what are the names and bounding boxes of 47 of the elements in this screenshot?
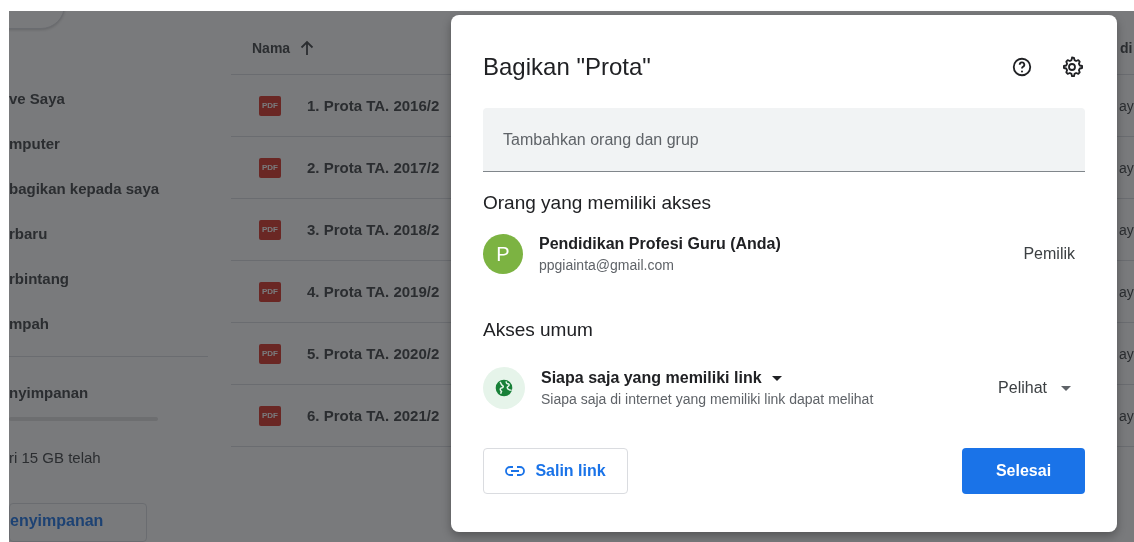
sidebar-item[interactable]: rbintang (9, 256, 231, 302)
file-name[interactable]: 3. Prota TA. 2018/2 (307, 221, 440, 238)
file-type-icon: PDF (259, 405, 281, 426)
table-cell: ay (1119, 221, 1134, 238)
role-label: Pemilik (1023, 245, 1075, 263)
file-type-icon: PDF (259, 95, 281, 116)
arrow-up-icon[interactable] (300, 39, 315, 56)
file-type-icon: PDF (259, 343, 281, 364)
sidebar-item[interactable]: ve Saya (9, 76, 231, 122)
section-heading: Akses umum (483, 319, 594, 341)
file-name[interactable]: 1. Prota TA. 2016/2 (307, 97, 440, 114)
sidebar-item[interactable]: mputer (9, 121, 231, 167)
table-cell: ay (1119, 345, 1134, 362)
done-button[interactable]: Selesai (962, 448, 1085, 494)
storage-button[interactable]: enyimpanan (9, 502, 147, 542)
access-description: Siapa saja di internet yang memiliki link dapat melihat (541, 391, 874, 407)
file-type-icon: PDF (259, 281, 281, 302)
caret-icon (1061, 385, 1071, 391)
storage-usage-text: ri 15 GB telah (9, 448, 102, 466)
copy-link-button[interactable]: Salin link (483, 448, 628, 494)
file-name[interactable]: 5. Prota TA. 2020/2 (307, 345, 440, 362)
avatar: P (483, 234, 523, 274)
table-cell: ay (1119, 97, 1134, 114)
table-cell: ay (1119, 407, 1134, 424)
table-cell: ay (1119, 159, 1134, 176)
column-header[interactable]: di (1120, 39, 1134, 56)
role-dropdown[interactable]: Pelihat (998, 379, 1071, 397)
caret-icon (771, 375, 782, 381)
table-cell: ay (1119, 283, 1134, 300)
storage-label[interactable]: nyimpanan (9, 384, 231, 402)
sidebar-item[interactable]: rbaru (9, 211, 231, 257)
globe-icon (483, 367, 525, 409)
sidebar-item[interactable]: mpah (9, 301, 231, 347)
person-name: Pendidikan Profesi Guru (Anda) (539, 235, 781, 253)
sidebar-item[interactable]: bagikan kepada saya (9, 166, 231, 212)
person-email: ppgiainta@gmail.com (539, 257, 675, 273)
file-type-icon: PDF (259, 157, 281, 178)
file-type-icon: PDF (259, 219, 281, 240)
file-name[interactable]: 2. Prota TA. 2017/2 (307, 159, 440, 176)
section-heading: Orang yang memiliki akses (483, 192, 713, 214)
dialog-title: Bagikan "Prota" (483, 53, 651, 81)
access-dropdown[interactable]: Siapa saja yang memiliki link (541, 369, 874, 387)
column-header[interactable]: Nama (252, 39, 291, 56)
add-people-field[interactable]: Tambahkan orang dan grup (483, 108, 1085, 172)
file-name[interactable]: 4. Prota TA. 2019/2 (307, 283, 440, 300)
file-name[interactable]: 6. Prota TA. 2021/2 (307, 407, 440, 424)
link-icon (505, 466, 526, 476)
